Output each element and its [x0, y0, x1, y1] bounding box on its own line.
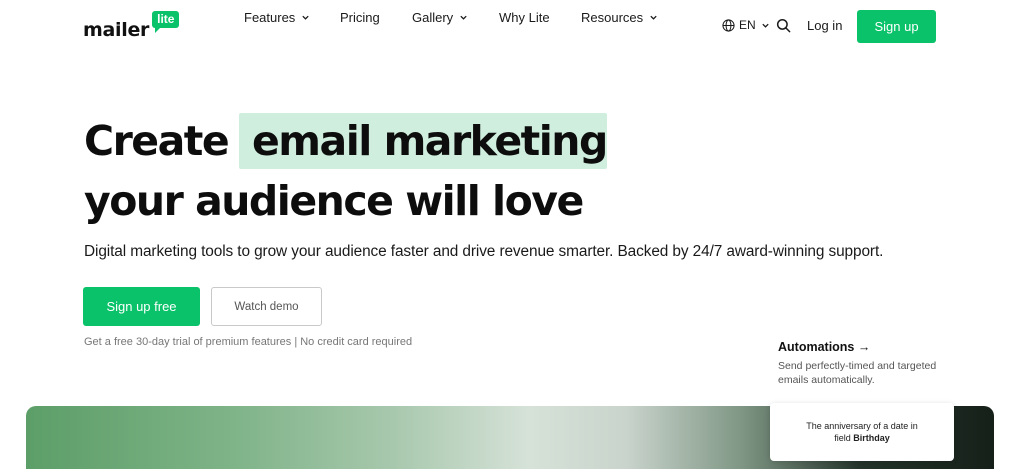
chevron-down-icon [762, 23, 769, 28]
sign-up-free-button[interactable]: Sign up free [83, 287, 200, 326]
automations-description: Send perfectly-timed and targeted emails… [778, 360, 937, 386]
chevron-down-icon [460, 15, 467, 20]
site-header: mailer lite Features Pricing Gallery Why… [0, 0, 1024, 54]
nav-item-gallery[interactable]: Gallery [412, 10, 468, 25]
automations-link[interactable]: Automations → [778, 340, 870, 354]
card-line1: The anniversary of a date in [806, 421, 918, 431]
globe-icon [722, 18, 735, 32]
search-icon[interactable] [776, 18, 791, 33]
card-field-name: Birthday [853, 433, 890, 443]
language-selector[interactable]: EN [722, 18, 770, 32]
signup-button[interactable]: Sign up [857, 10, 936, 43]
trial-note: Get a free 30-day trial of premium featu… [84, 336, 413, 348]
chevron-down-icon [302, 15, 309, 20]
login-link[interactable]: Log in [807, 18, 842, 33]
nav-label: Why Lite [499, 9, 550, 25]
hero-title-prefix: Create [84, 117, 230, 165]
language-label: EN [739, 18, 756, 32]
mailerlite-logo[interactable]: mailer lite [83, 11, 180, 41]
nav-item-why-lite[interactable]: Why Lite [499, 10, 550, 25]
nav-label: Pricing [340, 9, 380, 25]
nav-label: Gallery [412, 9, 454, 25]
nav-label: Features [244, 9, 296, 25]
logo-badge: lite [152, 11, 180, 33]
chevron-down-icon [650, 15, 657, 20]
arrow-right-icon: → [857, 340, 871, 354]
automation-trigger-card: The anniversary of a date in field Birth… [770, 403, 954, 461]
hero-subtitle: Digital marketing tools to grow your aud… [84, 243, 884, 260]
nav-item-pricing[interactable]: Pricing [340, 10, 380, 25]
automations-title: Automations [778, 340, 855, 354]
hero-title-line2: your audience will love [84, 177, 584, 225]
watch-demo-button[interactable]: Watch demo [211, 287, 322, 326]
card-line2: field Birthday [834, 432, 890, 444]
nav-item-features[interactable]: Features [244, 10, 310, 25]
nav-label: Resources [581, 9, 644, 25]
hero-title-highlight: email marketing [252, 117, 608, 165]
logo-wordmark: mailer [83, 19, 150, 41]
card-line2-prefix: field [834, 433, 851, 443]
nav-item-resources[interactable]: Resources [581, 10, 658, 25]
